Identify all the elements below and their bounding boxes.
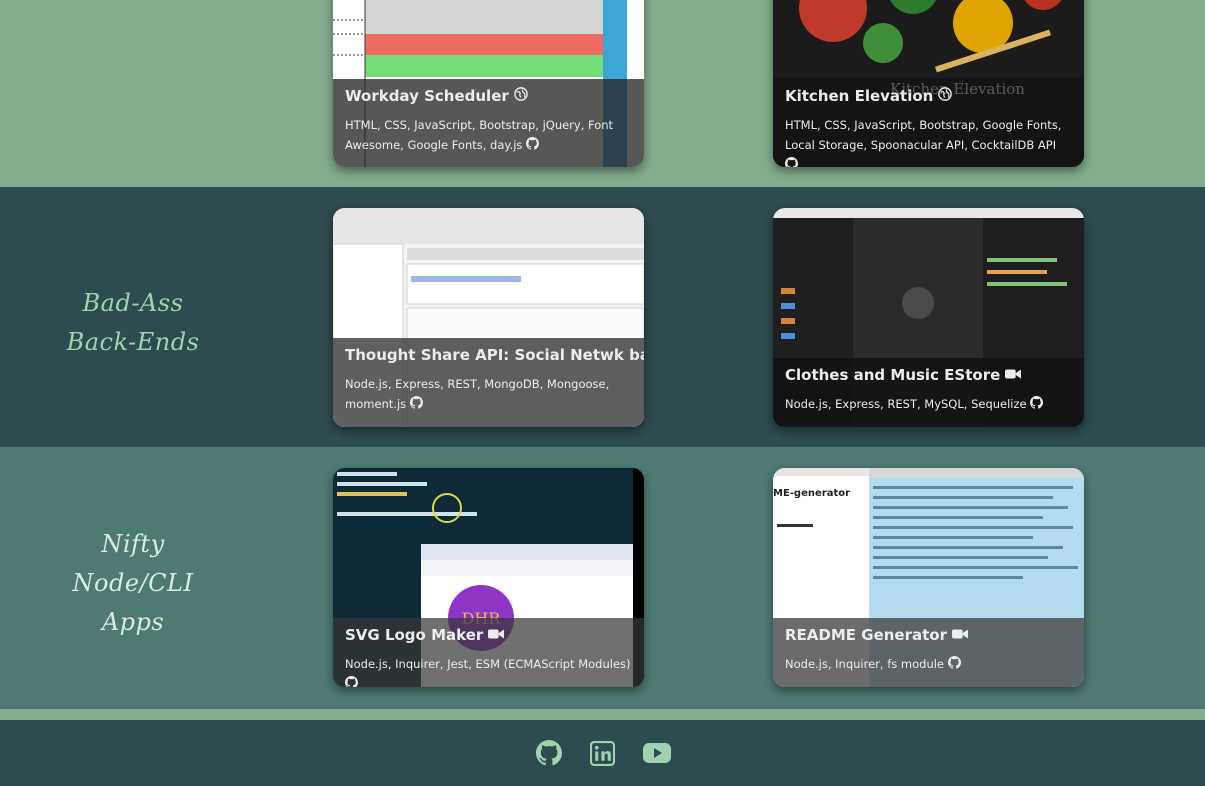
project-tech-list: Node.js, Inquirer, Jest, ESM (ECMAScript… — [345, 657, 631, 671]
project-tech-list: Node.js, Express, REST, MySQL, Sequelize — [785, 397, 1027, 411]
section-title-line: Apps — [101, 608, 165, 636]
project-card-svg-logo-maker[interactable]: DHR SVG Logo Maker Node.js, Inquirer, Je… — [333, 468, 644, 687]
project-info-overlay: README Generator Node.js, Inquirer, fs m… — [773, 618, 1084, 687]
video-icon[interactable] — [1005, 366, 1022, 384]
video-icon[interactable] — [951, 626, 968, 644]
project-info-overlay: Clothes and Music EStore Node.js, Expres… — [773, 358, 1084, 427]
project-tech-list: HTML, CSS, JavaScript, Bootstrap, jQuery… — [345, 118, 614, 152]
kitchen-hero-text: Kitchen Elevation — [890, 80, 1025, 98]
youtube-icon[interactable] — [642, 738, 672, 768]
project-card-clothes-music-estore[interactable]: Clothes and Music EStore Node.js, Expres… — [773, 208, 1084, 427]
readme-page-heading: ME-generator — [773, 488, 851, 499]
project-title: SVG Logo Maker — [345, 626, 484, 644]
github-icon[interactable] — [785, 156, 798, 167]
footer-divider — [0, 709, 1205, 720]
project-title: Clothes and Music EStore — [785, 366, 1001, 384]
project-tech-list: HTML, CSS, JavaScript, Bootstrap, Google… — [785, 118, 1062, 152]
globe-icon[interactable] — [513, 87, 528, 105]
project-card-thought-share-api[interactable]: Thought Share API: Social Netwk backend … — [333, 208, 644, 427]
project-info-overlay: SVG Logo Maker Node.js, Inquirer, Jest, … — [333, 618, 644, 687]
project-info-overlay: Thought Share API: Social Netwk backend … — [333, 338, 644, 427]
section-title-line: Nifty — [101, 530, 165, 558]
footer — [0, 720, 1205, 786]
section-title-node-cli: Nifty Node/CLI Apps — [38, 525, 228, 642]
linkedin-icon[interactable] — [588, 738, 618, 768]
github-icon[interactable] — [345, 675, 358, 687]
github-icon[interactable] — [526, 136, 540, 156]
github-icon[interactable] — [409, 395, 423, 415]
project-card-readme-generator[interactable]: ME-generator README Generator Node.js, I… — [773, 468, 1084, 687]
section-title-line: Back-Ends — [66, 328, 200, 356]
section-title-line: Bad-Ass — [82, 289, 184, 317]
section-title-backends: Bad-Ass Back-Ends — [38, 284, 228, 362]
github-icon[interactable] — [534, 738, 564, 768]
project-card-workday-scheduler[interactable]: Workday Scheduler HTML, CSS, JavaScript,… — [333, 0, 644, 167]
project-tech-list: Node.js, Inquirer, fs module — [785, 657, 945, 671]
project-tech-list: Node.js, Express, REST, MongoDB, Mongoos… — [345, 377, 610, 411]
project-info-overlay: Workday Scheduler HTML, CSS, JavaScript,… — [333, 79, 644, 167]
project-title: README Generator — [785, 626, 947, 644]
section-title-line: Node/CLI — [72, 569, 194, 597]
github-icon[interactable] — [1030, 395, 1044, 415]
video-icon[interactable] — [488, 626, 505, 644]
project-title: Workday Scheduler — [345, 87, 509, 105]
project-title: Thought Share API: Social Netwk backend — [345, 346, 644, 364]
github-icon[interactable] — [947, 655, 961, 675]
